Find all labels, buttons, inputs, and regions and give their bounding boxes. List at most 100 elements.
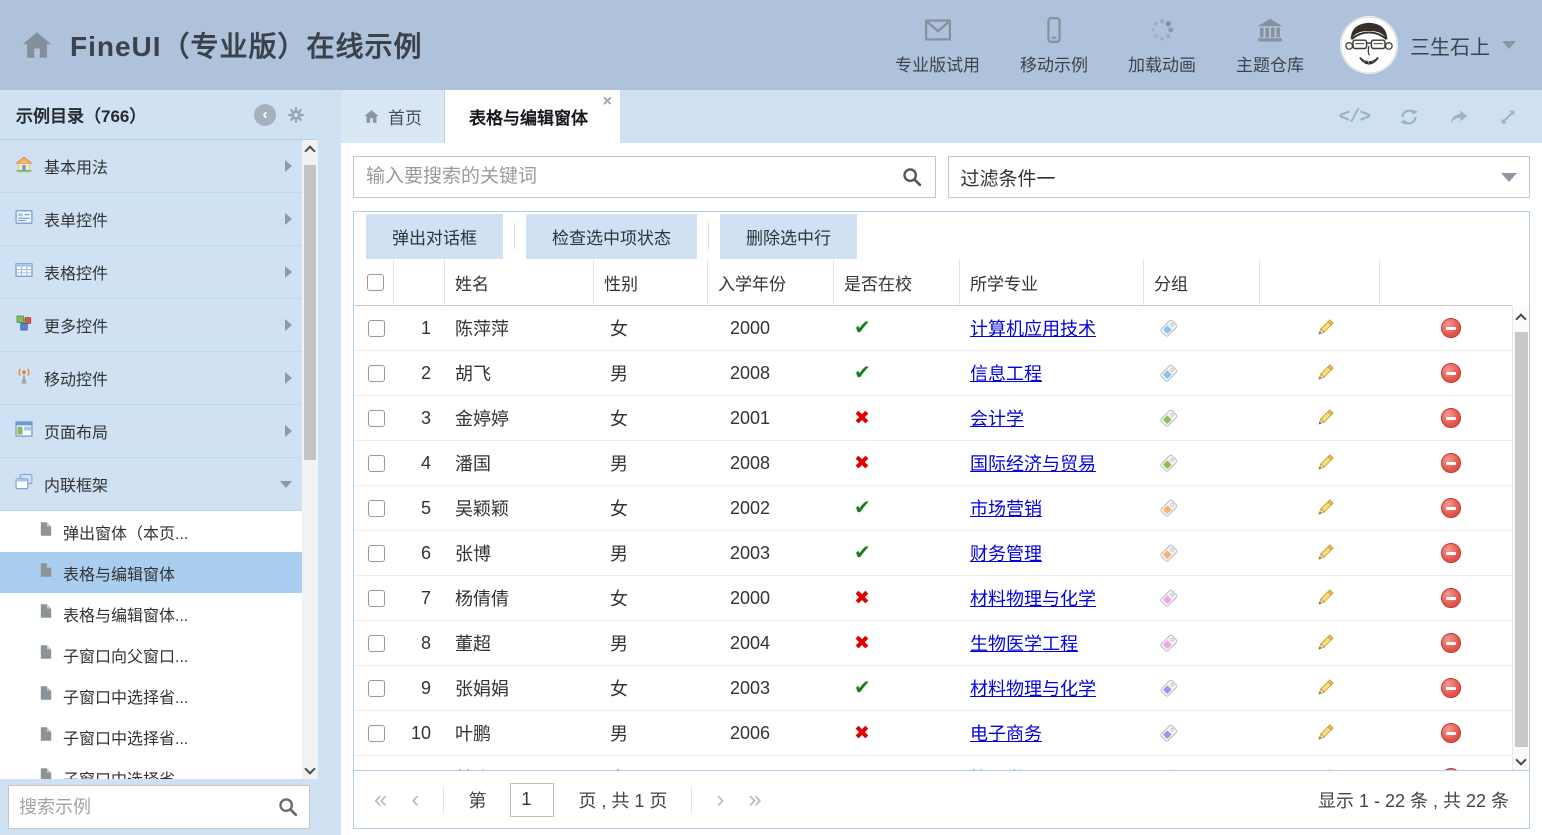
page-number-input[interactable]	[510, 783, 554, 817]
scroll-up-icon[interactable]	[1515, 313, 1526, 324]
header-action-theme-repo[interactable]: 主题仓库	[1236, 14, 1304, 76]
delete-icon[interactable]	[1441, 723, 1461, 743]
home-icon[interactable]	[20, 28, 54, 62]
sidebar-group-1[interactable]: 表单控件	[0, 193, 302, 246]
row-checkbox[interactable]	[368, 770, 385, 771]
major-link[interactable]: 市场营销	[970, 495, 1042, 521]
edit-icon[interactable]	[1315, 363, 1335, 383]
major-link[interactable]: 信息工程	[970, 360, 1042, 386]
edit-icon[interactable]	[1315, 408, 1335, 428]
edit-icon[interactable]	[1315, 678, 1335, 698]
major-link[interactable]: 生物医学工程	[970, 630, 1078, 656]
major-link[interactable]: 会计学	[970, 405, 1024, 431]
action-button-1[interactable]: 检查选中项状态	[526, 214, 697, 259]
edit-icon[interactable]	[1315, 633, 1335, 653]
refresh-icon[interactable]	[1398, 106, 1420, 128]
avatar[interactable]	[1340, 16, 1398, 74]
sidebar-item[interactable]: 子窗口中选择省...	[0, 716, 302, 757]
gear-icon[interactable]	[286, 105, 306, 125]
file-icon	[38, 726, 54, 747]
sidebar-group-5[interactable]: 页面布局	[0, 405, 302, 458]
select-all-checkbox[interactable]	[367, 274, 384, 291]
sidebar-item[interactable]: 弹出窗体（本页...	[0, 511, 302, 552]
scrollbar-thumb[interactable]	[1515, 332, 1528, 747]
row-checkbox[interactable]	[368, 455, 385, 472]
close-tab-icon[interactable]: ×	[603, 94, 612, 110]
major-link[interactable]: 材料物理与化学	[970, 675, 1096, 701]
major-link[interactable]: 财务管理	[970, 540, 1042, 566]
sidebar-group-0[interactable]: 基本用法	[0, 140, 302, 193]
row-checkbox[interactable]	[368, 680, 385, 697]
delete-icon[interactable]	[1441, 633, 1461, 653]
expand-icon[interactable]	[1498, 107, 1518, 127]
delete-icon[interactable]	[1441, 318, 1461, 338]
header-action-pro-trial[interactable]: 专业版试用	[895, 14, 980, 76]
row-checkbox[interactable]	[368, 500, 385, 517]
row-checkbox[interactable]	[368, 320, 385, 337]
scroll-down-icon[interactable]	[304, 763, 315, 774]
header-action-mobile-demo[interactable]: 移动示例	[1020, 14, 1088, 76]
major-link[interactable]: 材料物理与化学	[970, 585, 1096, 611]
major-link[interactable]: 国际经济与贸易	[970, 450, 1096, 476]
tab-0[interactable]: 首页	[341, 90, 445, 143]
row-checkbox[interactable]	[368, 590, 385, 607]
delete-icon[interactable]	[1441, 588, 1461, 608]
edit-icon[interactable]	[1315, 453, 1335, 473]
first-page-button[interactable]: «	[374, 788, 387, 812]
cell-group	[1144, 306, 1260, 350]
major-link[interactable]: 电子商务	[970, 720, 1042, 746]
sidebar-item[interactable]: 子窗口中选择省...	[0, 675, 302, 716]
sidebar-group-6[interactable]: 内联框架	[0, 458, 302, 511]
sidebar-item[interactable]: 子窗口向父窗口...	[0, 634, 302, 675]
row-checkbox[interactable]	[368, 635, 385, 652]
sidebar-item[interactable]: 子窗口中选择省	[0, 757, 302, 779]
edit-icon[interactable]	[1315, 723, 1335, 743]
tab-1[interactable]: 表格与编辑窗体×	[445, 90, 620, 143]
sidebar-search-input[interactable]	[19, 797, 277, 818]
user-menu[interactable]: 三生石上	[1340, 16, 1516, 74]
code-icon[interactable]: </>	[1339, 106, 1370, 128]
sidebar-group-2[interactable]: 表格控件	[0, 246, 302, 299]
edit-icon[interactable]	[1315, 318, 1335, 338]
header-action-loading-anim[interactable]: 加载动画	[1128, 14, 1196, 76]
row-checkbox[interactable]	[368, 725, 385, 742]
keyword-search-input[interactable]	[366, 166, 901, 188]
delete-icon[interactable]	[1441, 408, 1461, 428]
row-checkbox[interactable]	[368, 545, 385, 562]
delete-icon[interactable]	[1441, 453, 1461, 473]
delete-icon[interactable]	[1441, 498, 1461, 518]
scroll-down-icon[interactable]	[1515, 754, 1526, 765]
filter-dropdown[interactable]: 过滤条件一	[948, 156, 1531, 198]
major-link[interactable]: 管理学	[970, 765, 1024, 770]
edit-icon[interactable]	[1315, 498, 1335, 518]
delete-icon[interactable]	[1441, 768, 1461, 770]
share-icon[interactable]	[1448, 106, 1470, 128]
sidebar-group-4[interactable]: 移动控件	[0, 352, 302, 405]
action-button-2[interactable]: 删除选中行	[720, 214, 857, 259]
sidebar-item[interactable]: 表格与编辑窗体...	[0, 593, 302, 634]
scroll-up-icon[interactable]	[304, 145, 315, 156]
search-icon[interactable]	[277, 796, 299, 818]
prev-page-button[interactable]: ‹	[411, 788, 419, 812]
scrollbar-thumb[interactable]	[304, 165, 316, 460]
next-page-button[interactable]: ›	[716, 788, 724, 812]
last-page-button[interactable]: »	[748, 788, 761, 812]
delete-icon[interactable]	[1441, 543, 1461, 563]
cell-delete	[1380, 576, 1512, 620]
delete-icon[interactable]	[1441, 678, 1461, 698]
delete-icon[interactable]	[1441, 363, 1461, 383]
sidebar-group-3[interactable]: 更多控件	[0, 299, 302, 352]
splitter[interactable]	[318, 90, 341, 835]
edit-icon[interactable]	[1315, 543, 1335, 563]
table-scrollbar[interactable]	[1512, 306, 1529, 770]
major-link[interactable]: 计算机应用技术	[970, 315, 1096, 341]
collapse-sidebar-button[interactable]: ‹	[254, 104, 276, 126]
row-checkbox[interactable]	[368, 365, 385, 382]
row-checkbox[interactable]	[368, 410, 385, 427]
sidebar-item[interactable]: 表格与编辑窗体	[0, 552, 302, 593]
action-button-0[interactable]: 弹出对话框	[366, 214, 503, 259]
sidebar-scrollbar[interactable]	[302, 140, 318, 779]
search-icon[interactable]	[901, 166, 923, 188]
edit-icon[interactable]	[1315, 768, 1335, 770]
edit-icon[interactable]	[1315, 588, 1335, 608]
